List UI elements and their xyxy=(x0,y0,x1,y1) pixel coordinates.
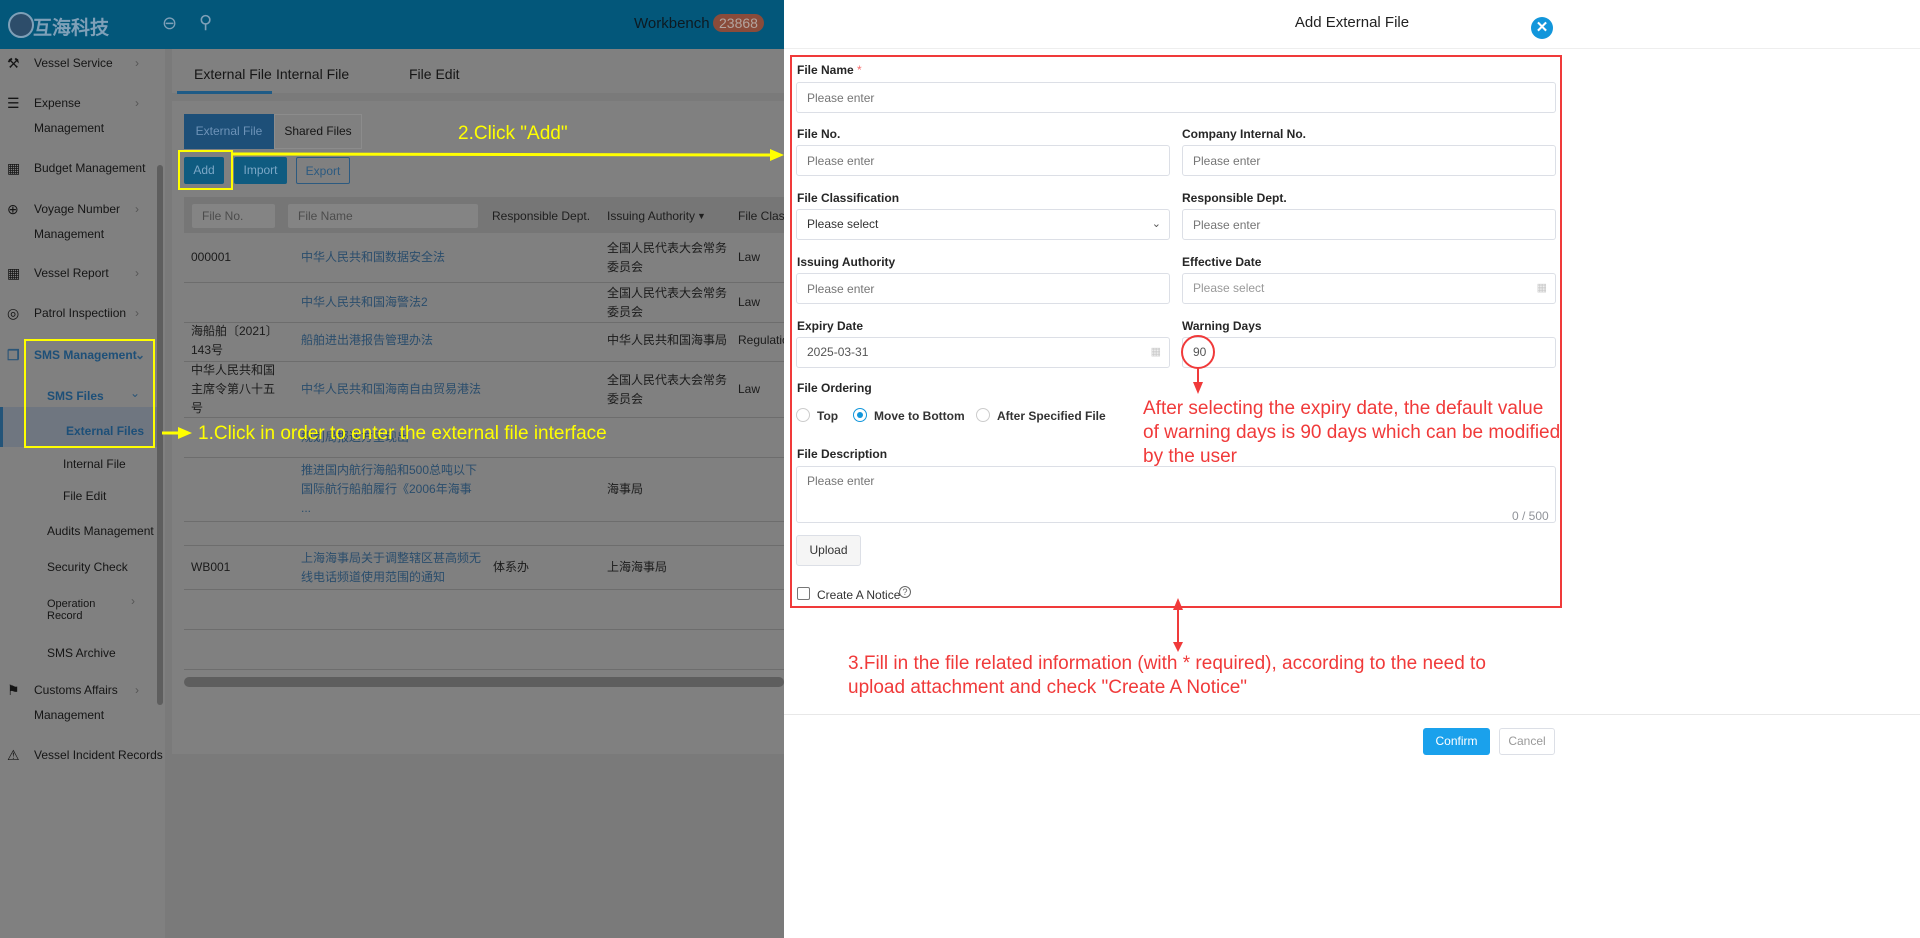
arrow-head-icon xyxy=(1173,598,1183,610)
issuing-label: Issuing Authority xyxy=(797,255,896,269)
responsible-dept-input[interactable] xyxy=(1182,209,1556,240)
effective-date-picker[interactable]: Please select ▦ xyxy=(1182,273,1556,304)
table-row[interactable]: 推进国内航行海船和500总吨以下国际航行船舶履行《2006年海事 ... 海事局 xyxy=(184,458,784,522)
file-name-input[interactable] xyxy=(796,82,1556,113)
file-name-label: File Name * xyxy=(797,63,862,77)
ordering-label: File Ordering xyxy=(797,381,872,395)
classification-label: File Classification xyxy=(797,191,900,205)
cell-dept: 体系办 xyxy=(493,560,530,574)
effective-label: Effective Date xyxy=(1182,255,1262,269)
radio-top[interactable] xyxy=(796,408,810,422)
cell-name[interactable]: 上海海事局关于调整辖区甚高频无线电话频道使用范围的通知 xyxy=(301,546,481,589)
file-no-label: File No. xyxy=(797,127,841,141)
cell-dept xyxy=(493,458,593,521)
divider xyxy=(784,714,1920,715)
upload-button[interactable]: Upload xyxy=(796,535,861,566)
cancel-button[interactable]: Cancel xyxy=(1499,728,1555,755)
expiry-label: Expiry Date xyxy=(797,319,864,333)
sidebar-audits[interactable]: Audits Management xyxy=(47,524,154,538)
annotation-warning-note: After selecting the expiry date, the def… xyxy=(1143,398,1561,467)
sidebar-operation-record[interactable]: Operation Record xyxy=(47,598,95,622)
annotation-red-marks xyxy=(1173,335,1215,652)
arrow-head-icon xyxy=(770,149,784,161)
create-notice-label[interactable]: Create A Notice xyxy=(817,588,900,602)
annotation-arrow-line xyxy=(232,152,771,157)
cell-no xyxy=(191,458,286,521)
chevron-right-icon: › xyxy=(131,594,135,608)
company-internal-no-input[interactable] xyxy=(1182,145,1556,176)
annotation-step3: 3.Fill in the file related information (… xyxy=(848,653,1486,698)
cell-authority: 上海海事局 xyxy=(607,560,668,574)
file-classification-select[interactable]: Please select ⌄ xyxy=(796,209,1170,240)
warning-icon: ⚠ xyxy=(7,747,20,763)
cell-class xyxy=(738,546,788,589)
radio-move-to-bottom[interactable] xyxy=(853,408,867,422)
radio-top-label[interactable]: Top xyxy=(817,409,838,423)
annotation-step1: 1.Click in order to enter the external f… xyxy=(198,423,607,444)
question-circle-icon[interactable]: ? xyxy=(899,586,911,598)
sidebar-sms-archive[interactable]: SMS Archive xyxy=(47,646,116,660)
radio-after-specified[interactable] xyxy=(976,408,990,422)
cell-name[interactable]: 推进国内航行海船和500总吨以下国际航行船舶履行《2006年海事 ... xyxy=(301,458,481,521)
annotation-circle xyxy=(1181,335,1215,369)
arrow-head-icon xyxy=(1173,642,1183,652)
close-icon[interactable]: ✕ xyxy=(1531,17,1553,39)
calendar-icon: ▦ xyxy=(1536,282,1547,294)
confirm-button[interactable]: Confirm xyxy=(1423,728,1490,755)
cell-class xyxy=(738,458,788,521)
chevron-right-icon: › xyxy=(135,683,139,697)
file-no-input[interactable] xyxy=(796,145,1170,176)
company-no-label: Company Internal No. xyxy=(1182,127,1307,141)
table-row[interactable] xyxy=(184,630,784,670)
table-horizontal-scrollbar[interactable] xyxy=(184,677,784,687)
description-label: File Description xyxy=(797,447,888,461)
drawer-title: Add External File xyxy=(1294,14,1410,31)
divider xyxy=(784,48,1920,49)
cell-authority: 海事局 xyxy=(607,482,644,496)
char-counter: 0 / 500 xyxy=(1512,509,1549,523)
resp-dept-label: Responsible Dept. xyxy=(1182,191,1287,205)
radio-move-to-bottom-label[interactable]: Move to Bottom xyxy=(874,409,965,423)
arrow-head-icon xyxy=(1193,382,1203,394)
table-row[interactable] xyxy=(184,590,784,630)
sidebar-security-check[interactable]: Security Check xyxy=(47,560,128,574)
sidebar-file-edit[interactable]: File Edit xyxy=(63,489,106,503)
table-row[interactable]: WB001 上海海事局关于调整辖区甚高频无线电话频道使用范围的通知 体系办 上海海事局 xyxy=(184,546,784,590)
chevron-down-icon: ⌄ xyxy=(1151,218,1161,230)
issuing-authority-input[interactable] xyxy=(796,273,1170,304)
radio-after-specified-label[interactable]: After Specified File xyxy=(997,409,1106,423)
table-row[interactable] xyxy=(184,522,784,546)
annotation-arrows xyxy=(162,149,784,439)
signpost-icon: ⚑ xyxy=(7,682,20,698)
cell-no: WB001 xyxy=(191,560,231,574)
create-notice-checkbox[interactable] xyxy=(797,587,810,600)
arrow-head-icon xyxy=(178,427,192,439)
